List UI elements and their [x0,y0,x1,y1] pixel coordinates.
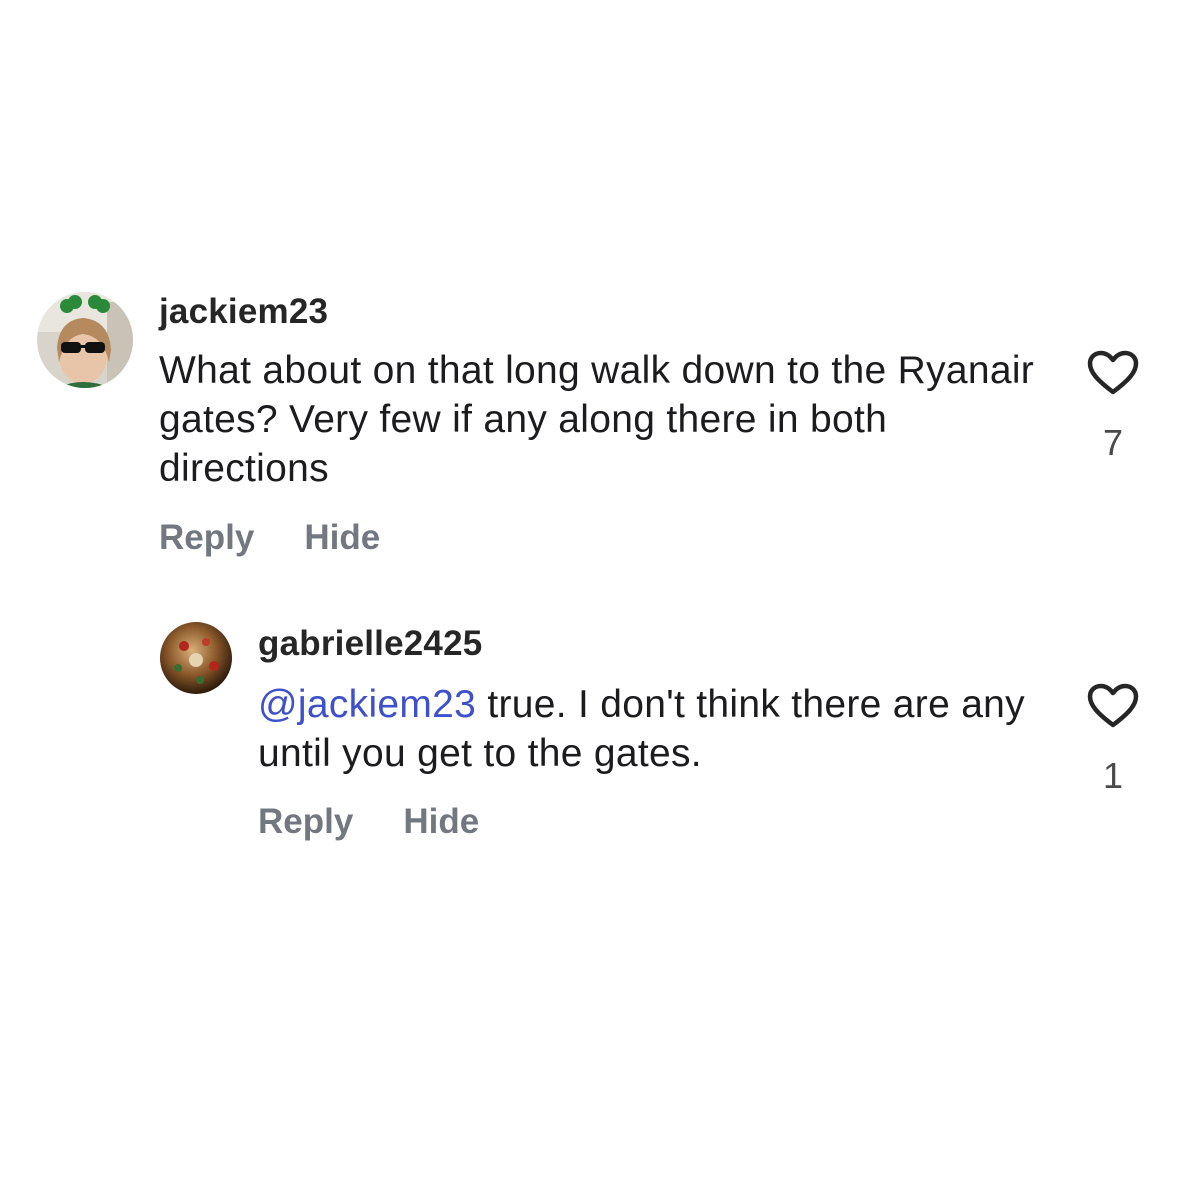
hide-button[interactable]: Hide [403,802,479,842]
reply-button[interactable]: Reply [159,518,254,558]
comment-text: What about on that long walk down to the… [159,346,1049,493]
avatar-photo-icon [37,292,133,388]
like-count: 1 [1102,755,1124,796]
comment-username[interactable]: jackiem23 [159,292,328,332]
like-control: 1 [1083,683,1143,797]
avatar-gabrielle2425[interactable] [160,622,232,694]
reply-button[interactable]: Reply [258,802,353,842]
heart-icon[interactable] [1087,683,1139,729]
comment-username[interactable]: gabrielle2425 [258,624,482,664]
heart-icon[interactable] [1087,350,1139,396]
comment-actions: Reply Hide [159,518,380,558]
mention-link[interactable]: @jackiem23 [258,683,476,726]
like-control: 7 [1083,350,1143,464]
comment-actions: Reply Hide [258,802,479,842]
avatar-jackiem23[interactable] [37,292,133,388]
hide-button[interactable]: Hide [304,518,380,558]
comment-body: What about on that long walk down to the… [159,349,1035,490]
comment-text: @jackiem23 true. I don't think there are… [258,680,1048,778]
like-count: 7 [1102,422,1124,463]
avatar-photo-icon [160,622,232,694]
